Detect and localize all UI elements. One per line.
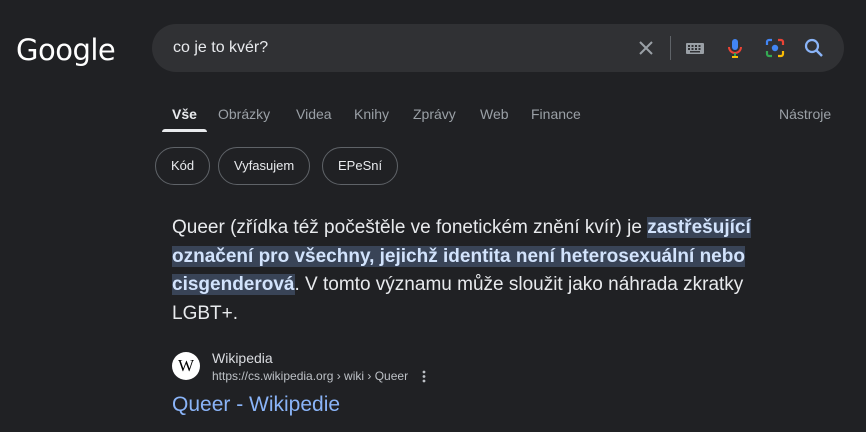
- tab-books[interactable]: Knihy: [354, 106, 389, 122]
- result-title-link[interactable]: Queer - Wikipedie: [172, 393, 340, 417]
- search-divider: [670, 36, 671, 60]
- more-options-icon[interactable]: [418, 369, 430, 384]
- camera-lens-icon[interactable]: [763, 36, 787, 60]
- tab-finance[interactable]: Finance: [531, 106, 581, 122]
- active-tab-indicator: [162, 129, 207, 132]
- tab-all[interactable]: Vše: [172, 106, 197, 122]
- close-icon[interactable]: [634, 36, 658, 60]
- search-input[interactable]: co je to kvér?: [173, 39, 268, 57]
- keyboard-icon[interactable]: [683, 36, 707, 60]
- result-site-name[interactable]: Wikipedia: [212, 350, 273, 366]
- chip-epesni[interactable]: EPeSní: [322, 147, 399, 185]
- microphone-icon[interactable]: [723, 36, 747, 60]
- tab-web[interactable]: Web: [480, 106, 509, 122]
- result-url[interactable]: https://cs.wikipedia.org › wiki › Queer: [212, 369, 408, 383]
- search-tabs: Vše Obrázky Videa Knihy Zprávy Web Finan…: [0, 100, 866, 134]
- tab-news[interactable]: Zprávy: [413, 106, 456, 122]
- snippet-text-before: Queer (zřídka též počeštěle ve fonetické…: [172, 217, 648, 238]
- chip-kod[interactable]: Kód: [155, 147, 211, 185]
- wikipedia-favicon[interactable]: W: [172, 352, 200, 380]
- search-icon[interactable]: [802, 36, 826, 60]
- search-box[interactable]: co je to kvér?: [152, 24, 844, 72]
- tab-videos[interactable]: Videa: [296, 106, 332, 122]
- tools-button[interactable]: Nástroje: [779, 106, 831, 122]
- featured-snippet: Queer (zřídka též počeštěle ve fonetické…: [172, 214, 792, 328]
- tab-images[interactable]: Obrázky: [218, 106, 270, 122]
- chip-vyfasujem[interactable]: Vyfasujem: [218, 147, 311, 185]
- google-logo[interactable]: Google: [16, 33, 116, 67]
